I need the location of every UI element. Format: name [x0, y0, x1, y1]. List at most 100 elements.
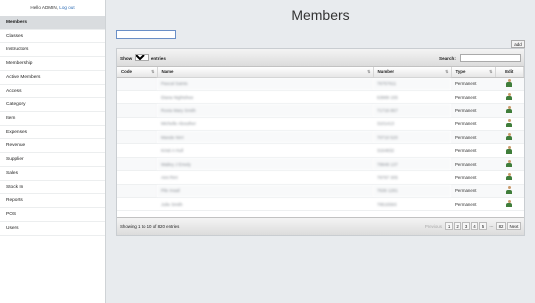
user-edit-icon[interactable] [505, 105, 513, 114]
pager-page-last[interactable]: 82 [496, 222, 506, 230]
sidebar: Hello ADMIN, Log out Members Classes Instr… [0, 0, 106, 303]
user-edit-icon[interactable] [505, 79, 513, 87]
sidebar-item-classes[interactable]: Classes [0, 30, 105, 44]
column-header-number[interactable]: Number ⇅ [373, 67, 452, 78]
sidebar-item-stock-in[interactable]: Stock In [0, 181, 105, 195]
cell-code [117, 117, 157, 132]
column-header-type[interactable]: Type ⇅ [451, 67, 496, 78]
cell-type: Permanent [451, 143, 495, 158]
search-label: Search: [439, 56, 456, 61]
logout-link[interactable]: Log out [59, 5, 74, 10]
user-edit-icon[interactable] [505, 146, 513, 154]
sidebar-item-item[interactable]: Item [0, 112, 105, 126]
page-title: Members [291, 7, 350, 23]
show-label: Show [120, 56, 133, 61]
cell-name: Pile Insail [157, 184, 373, 199]
cell-type: Permanent [451, 130, 495, 145]
pager-page-1[interactable]: 1 [445, 222, 453, 230]
cell-code [117, 184, 157, 199]
column-header-type-label: Type [455, 69, 466, 75]
sidebar-item-revenue[interactable]: Revenue [0, 139, 105, 154]
cell-number: 7636 1281 [373, 184, 451, 199]
cell-type: Permanent [451, 184, 495, 199]
cell-type: Permanent [451, 157, 495, 172]
sidebar-item-instructors[interactable]: Instructors [0, 43, 105, 58]
sidebar-item-expenses[interactable]: Expenses [0, 126, 105, 140]
user-edit-icon[interactable] [505, 199, 513, 208]
entries-select[interactable]: 10 [134, 54, 149, 61]
cell-edit [495, 184, 524, 199]
cell-edit [495, 103, 524, 118]
column-header-edit: Edit [495, 67, 524, 78]
cell-name: Michelle Abouther [157, 117, 373, 132]
cell-code [117, 157, 157, 172]
sidebar-item-users[interactable]: Users [0, 222, 105, 236]
user-edit-icon[interactable] [505, 92, 513, 101]
column-header-name[interactable]: Name ⇅ [157, 67, 374, 78]
cell-number: 76757611 [373, 77, 451, 91]
cell-name: Wailey J Emely [157, 157, 373, 172]
sidebar-item-sales[interactable]: Sales [0, 167, 105, 181]
cell-number: 70710 520 [373, 130, 451, 145]
sort-icon: ⇅ [489, 69, 493, 74]
sidebar-item-members[interactable]: Members [0, 16, 105, 30]
column-header-code-label: Code [121, 69, 132, 75]
entries-label: entries [150, 56, 166, 61]
cell-type: Permanent [451, 90, 495, 105]
sidebar-item-reports[interactable]: Reports [0, 194, 105, 209]
cell-edit [495, 157, 524, 172]
cell-number: 63989 155 [373, 90, 451, 105]
user-edit-icon[interactable] [505, 186, 513, 194]
pager-ellipsis: … [489, 223, 494, 228]
user-edit-icon[interactable] [505, 132, 513, 141]
pager-page-4[interactable]: 4 [470, 222, 479, 230]
table-row: Aint Rirri 79797 305 Permanent [117, 170, 524, 185]
sort-icon: ⇅ [151, 69, 155, 74]
top-text-input[interactable] [116, 30, 176, 39]
table-row: Pascal Saints 76757611 Permanent [117, 77, 524, 91]
cell-code [117, 170, 157, 185]
sidebar-item-pos[interactable]: POS [0, 208, 105, 222]
table-footer: Showing 1 to 10 of 820 entries Previous 1… [117, 217, 524, 235]
cell-name: Diana Nightshee [157, 90, 373, 105]
sidebar-item-active-members[interactable]: Active Members [0, 71, 105, 85]
sort-icon: ⇅ [445, 69, 449, 74]
pager-previous-button[interactable]: Previous [422, 222, 444, 230]
table-controls: Show 10 entries Search: [117, 49, 524, 67]
cell-code [117, 103, 157, 118]
pager-page-2[interactable]: 2 [453, 222, 462, 230]
cell-number: 79797 305 [373, 170, 451, 185]
cell-name: Rovia Mary Smith [157, 103, 373, 118]
cell-code [117, 197, 157, 212]
user-edit-icon[interactable] [505, 172, 513, 181]
table-row: Kristi A Hull 3164832 Permanent [117, 143, 524, 158]
table-row: Mande Nirri 70710 520 Permanent [117, 130, 524, 145]
sidebar-item-membership[interactable]: Membership [0, 57, 105, 71]
table-row: Julie Smith 79515593 Permanent [117, 197, 524, 212]
add-button[interactable]: add [511, 40, 525, 48]
cell-edit [495, 77, 524, 91]
cell-name: Kristi A Hull [157, 143, 373, 158]
pager-next-button[interactable]: Next [506, 222, 521, 230]
user-edit-icon[interactable] [505, 159, 513, 168]
cell-type: Permanent [451, 77, 495, 91]
user-edit-icon[interactable] [505, 119, 513, 127]
cell-name: Julie Smith [157, 197, 373, 212]
sidebar-item-access[interactable]: Access [0, 85, 105, 99]
column-header-code[interactable]: Code ⇅ [117, 67, 158, 78]
pager-page-5[interactable]: 5 [479, 222, 487, 230]
table-row: Michelle Abouther 3101413 Permanent [117, 117, 524, 132]
pager-page-3[interactable]: 3 [462, 222, 470, 230]
cell-number: 3164832 [373, 143, 451, 158]
cell-edit [495, 170, 524, 185]
cell-type: Permanent [451, 103, 495, 118]
cell-edit [495, 143, 524, 158]
search-input[interactable] [460, 54, 521, 62]
sidebar-item-category[interactable]: Category [0, 98, 105, 113]
main-content: Members add Show 10 entries Search: Code… [106, 0, 535, 303]
table-header-row: Code ⇅ Name ⇅ Number ⇅ Type ⇅ Edit [117, 67, 524, 78]
cell-name: Mande Nirri [157, 130, 373, 145]
cell-code [117, 143, 157, 158]
sidebar-item-supplier[interactable]: Supplier [0, 153, 105, 167]
cell-number: 71716 867 [373, 103, 451, 118]
